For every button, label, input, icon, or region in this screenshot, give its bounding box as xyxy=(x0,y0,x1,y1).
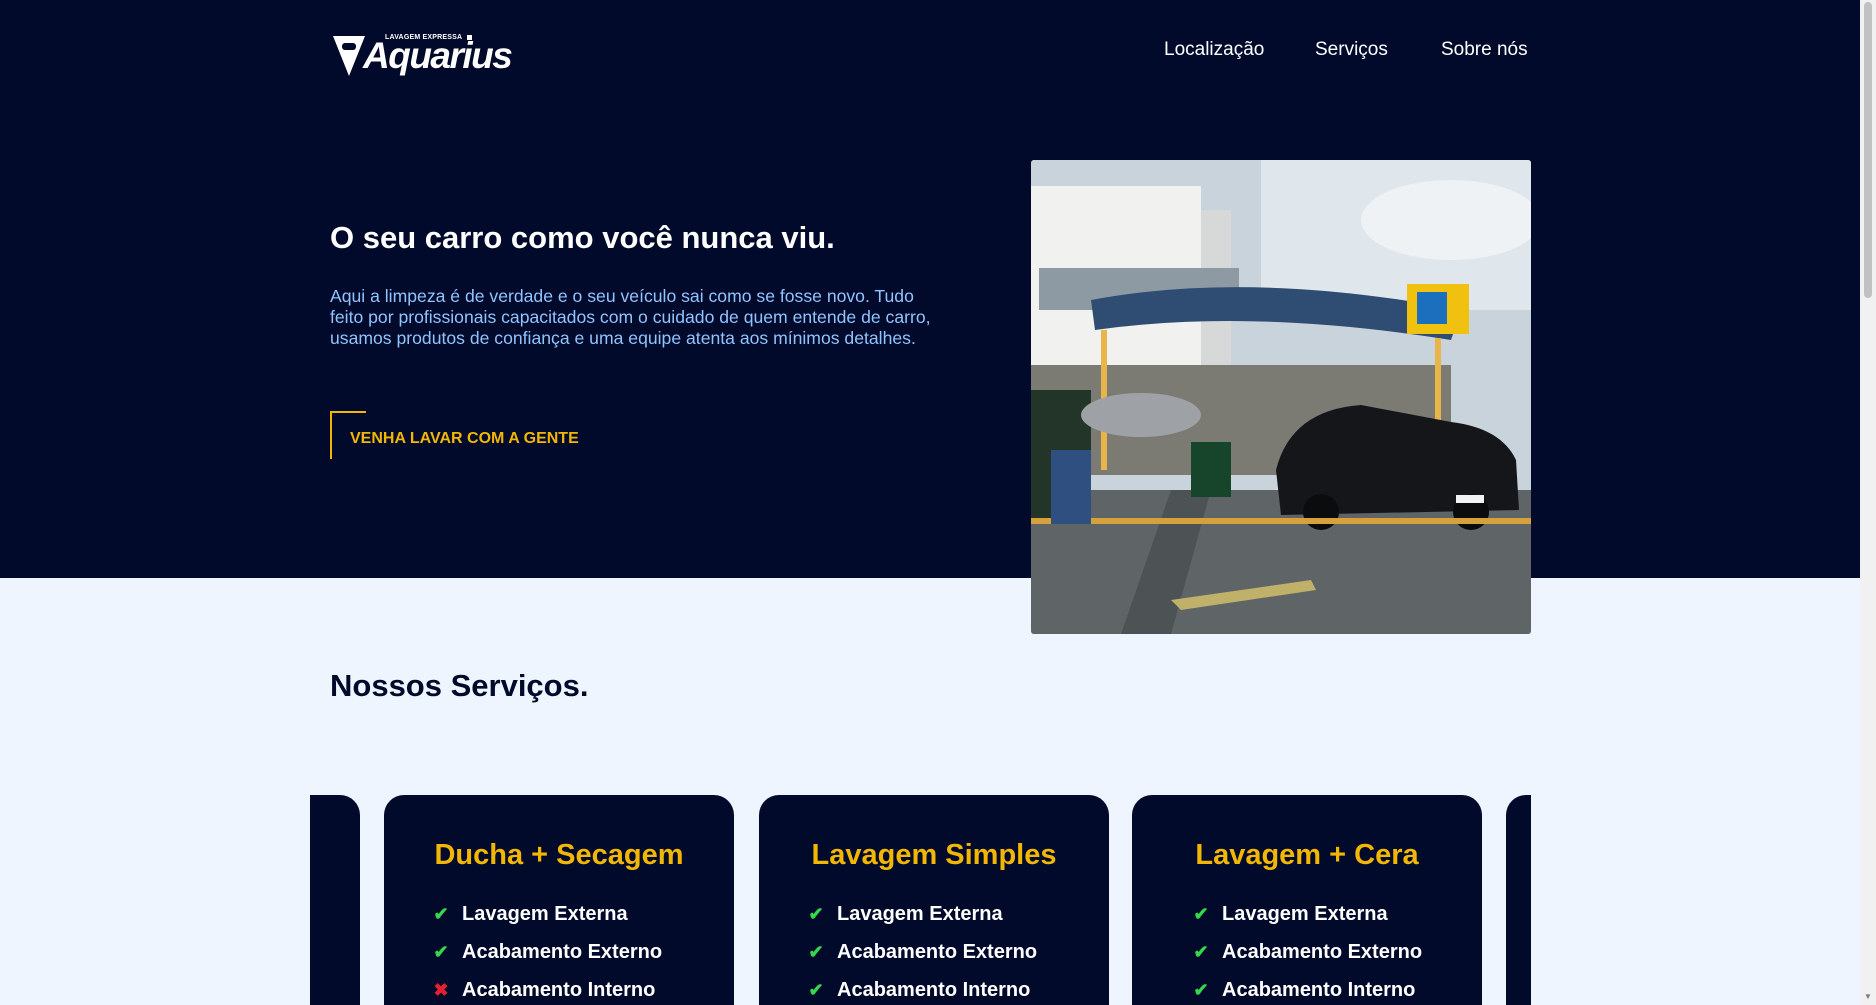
service-feature: ✔ Acabamento Externo xyxy=(807,941,1037,964)
service-feature-label: Acabamento Externo xyxy=(462,941,663,963)
logo-triangle-icon xyxy=(333,36,365,76)
service-feature-label: Lavagem Externa xyxy=(837,903,1003,925)
services-title: Nossos Serviços. xyxy=(330,668,589,703)
car-wash-photo xyxy=(1031,160,1531,634)
logo-wordmark: Aquarius xyxy=(363,35,513,76)
brand-logo[interactable]: LAVAGEM EXPRESSA Aquarius xyxy=(333,33,513,79)
nav-item-servicos[interactable]: Serviços xyxy=(1315,39,1388,61)
cta-label: VENHA LAVAR COM A GENTE xyxy=(350,430,579,447)
service-feature: ✔ Lavagem Externa xyxy=(1192,903,1388,926)
service-feature-label: Lavagem Externa xyxy=(1222,903,1388,925)
service-feature: ✔ Acabamento Externo xyxy=(432,941,662,964)
check-icon: ✔ xyxy=(808,904,824,924)
check-icon: ✔ xyxy=(808,942,824,962)
check-icon: ✔ xyxy=(433,942,449,962)
scrollbar-thumb[interactable] xyxy=(1864,2,1872,298)
nav-item-localizacao[interactable]: Localização xyxy=(1164,39,1264,61)
service-feature: ✔ Lavagem Externa xyxy=(807,903,1003,926)
service-feature: ✔ Acabamento Interno xyxy=(807,979,1030,1002)
page-scrollbar[interactable]: ▼ xyxy=(1860,0,1876,1005)
logo-car-icon xyxy=(342,43,356,50)
cta-button[interactable]: VENHA LAVAR COM A GENTE xyxy=(330,411,590,459)
check-icon: ✔ xyxy=(1193,904,1209,924)
check-icon: ✔ xyxy=(1193,942,1209,962)
service-feature-label: Lavagem Externa xyxy=(462,903,628,925)
service-feature-label: Acabamento Interno xyxy=(1222,979,1416,1001)
service-card[interactable]: Ducha + Secagem ✔ Lavagem Externa ✔ Acabam… xyxy=(384,795,734,1005)
service-card-title: Lavagem Simples xyxy=(811,839,1057,871)
service-feature-label: Acabamento Externo xyxy=(1222,941,1423,963)
service-card[interactable]: Lavagem + Cera ✔ Lavagem Externa ✔ Acabame… xyxy=(1132,795,1482,1005)
check-icon: ✔ xyxy=(433,904,449,924)
check-icon: ✔ xyxy=(808,980,824,1000)
check-icon: ✔ xyxy=(1193,980,1209,1000)
service-feature-label: Acabamento Interno xyxy=(837,979,1031,1001)
service-feature-label: Acabamento Interno xyxy=(462,979,656,1001)
car-wash-photo-illustration xyxy=(1031,160,1531,634)
service-feature: ✔ Acabamento Interno xyxy=(1192,979,1415,1002)
service-card-partial-left xyxy=(310,795,360,1005)
nav-item-sobre-nos[interactable]: Sobre nós xyxy=(1441,39,1528,61)
service-card[interactable]: Lavagem Simples ✔ Lavagem Externa ✔ Acabam… xyxy=(759,795,1109,1005)
hero-description: Aqui a limpeza é de verdade e o seu veíc… xyxy=(330,286,931,348)
cross-icon: ✖ xyxy=(433,980,449,1000)
service-card-title: Ducha + Secagem xyxy=(434,839,684,871)
scroll-down-arrow-icon[interactable]: ▼ xyxy=(1864,992,1872,1001)
hero-title: O seu carro como você nunca viu. xyxy=(330,220,835,255)
service-feature: ✖ Acabamento Interno xyxy=(432,979,655,1002)
service-feature: ✔ Lavagem Externa xyxy=(432,903,628,926)
service-feature-label: Acabamento Externo xyxy=(837,941,1038,963)
service-card-title: Lavagem + Cera xyxy=(1195,839,1419,871)
service-card-partial-right xyxy=(1506,795,1531,1005)
service-feature: ✔ Acabamento Externo xyxy=(1192,941,1422,964)
